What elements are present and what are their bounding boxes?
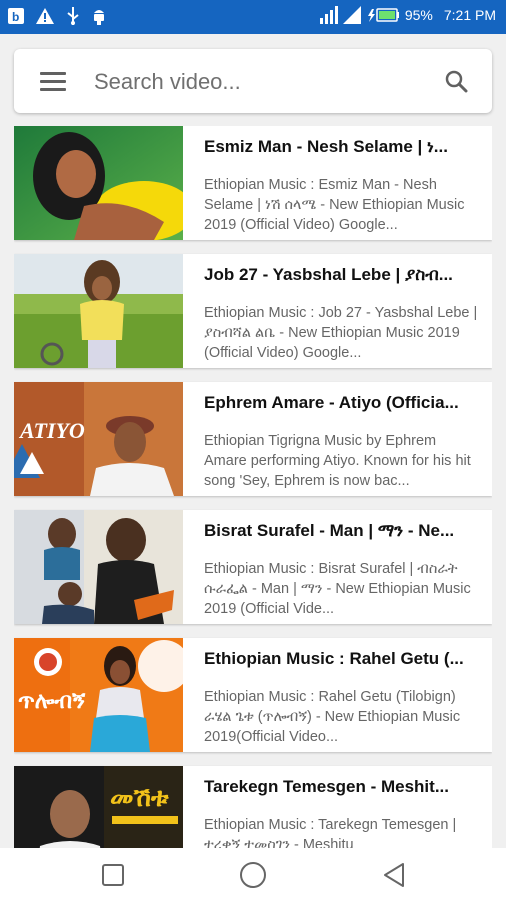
video-title: Tarekegn Temesgen - Meshit... [204,777,449,796]
thumbnail-text: ጥሎብኝ [18,689,86,714]
battery-charging-icon [367,8,399,22]
search-input[interactable] [92,63,436,101]
video-description: Ethiopian Music : Tarekegn Temesgen | ተረ… [204,817,457,848]
video-item[interactable]: ATIYO Ephrem Amare - Atiyo (Officia... E… [14,382,492,496]
video-thumbnail [14,254,183,368]
video-item[interactable]: Job 27 - Yasbshal Lebe | ያስብ... Ethiopia… [14,254,492,368]
video-description: Ethiopian Music : Esmiz Man - Nesh Selam… [204,177,465,233]
video-item[interactable]: ጥሎብኝ Ethiopian Music : Rahel Getu (... E… [14,638,492,752]
video-title: Bisrat Surafel - Man | ማን - Ne... [204,521,455,540]
navigation-bar [0,848,506,900]
thumbnail-text: ATIYO [18,418,85,443]
system-status: 95% 7:21 PM [319,6,496,24]
search-icon[interactable] [444,69,468,93]
video-description: Ethiopian Tigrigna Music by Ephrem Amare… [204,433,471,489]
cell-signal-icon [342,6,361,24]
wifi-signal-icon [319,6,338,24]
warning-icon [36,8,54,24]
search-bar [14,49,492,113]
video-title: Ephrem Amare - Atiyo (Officia... [204,393,459,412]
video-thumbnail: ATIYO [14,382,183,496]
usb-icon [67,7,79,25]
video-title: Job 27 - Yasbshal Lebe | ያስብ... [204,265,453,284]
thumbnail-text: መሽቱ [110,783,169,813]
video-thumbnail [14,510,183,624]
menu-icon[interactable] [40,72,66,91]
video-item[interactable]: Esmiz Man - Nesh Selame | ነ... Ethiopian… [14,126,492,240]
recents-square-icon[interactable] [102,864,124,886]
video-list: Esmiz Man - Nesh Selame | ነ... Ethiopian… [14,126,492,848]
video-item[interactable]: መሽቱ Tarekegn Temesgen - Meshit... Ethiop… [14,766,492,848]
video-thumbnail: ጥሎብኝ [14,638,183,752]
video-description: Ethiopian Music : Job 27 - Yasbshal Lebe… [204,305,478,361]
android-debug-icon [94,10,104,25]
clock: 7:21 PM [443,7,496,23]
back-triangle-icon[interactable] [382,862,406,888]
video-thumbnail: መሽቱ [14,766,183,848]
video-description: Ethiopian Music : Rahel Getu (Tilobign) … [204,689,461,745]
home-circle-icon[interactable] [239,861,267,889]
video-description: Ethiopian Music : Bisrat Surafel | ብስራት … [204,561,471,617]
video-thumbnail [14,126,183,240]
video-item[interactable]: Bisrat Surafel - Man | ማን - Ne... Ethiop… [14,510,492,624]
notification-icons: b [8,7,106,25]
notification-b-icon: b [8,8,24,24]
battery-percent: 95% [404,7,433,23]
status-bar: b 95% 7:21 PM [0,0,506,34]
video-title: Esmiz Man - Nesh Selame | ነ... [204,137,448,156]
svg-text:b: b [12,10,19,24]
video-title: Ethiopian Music : Rahel Getu (... [204,649,464,668]
